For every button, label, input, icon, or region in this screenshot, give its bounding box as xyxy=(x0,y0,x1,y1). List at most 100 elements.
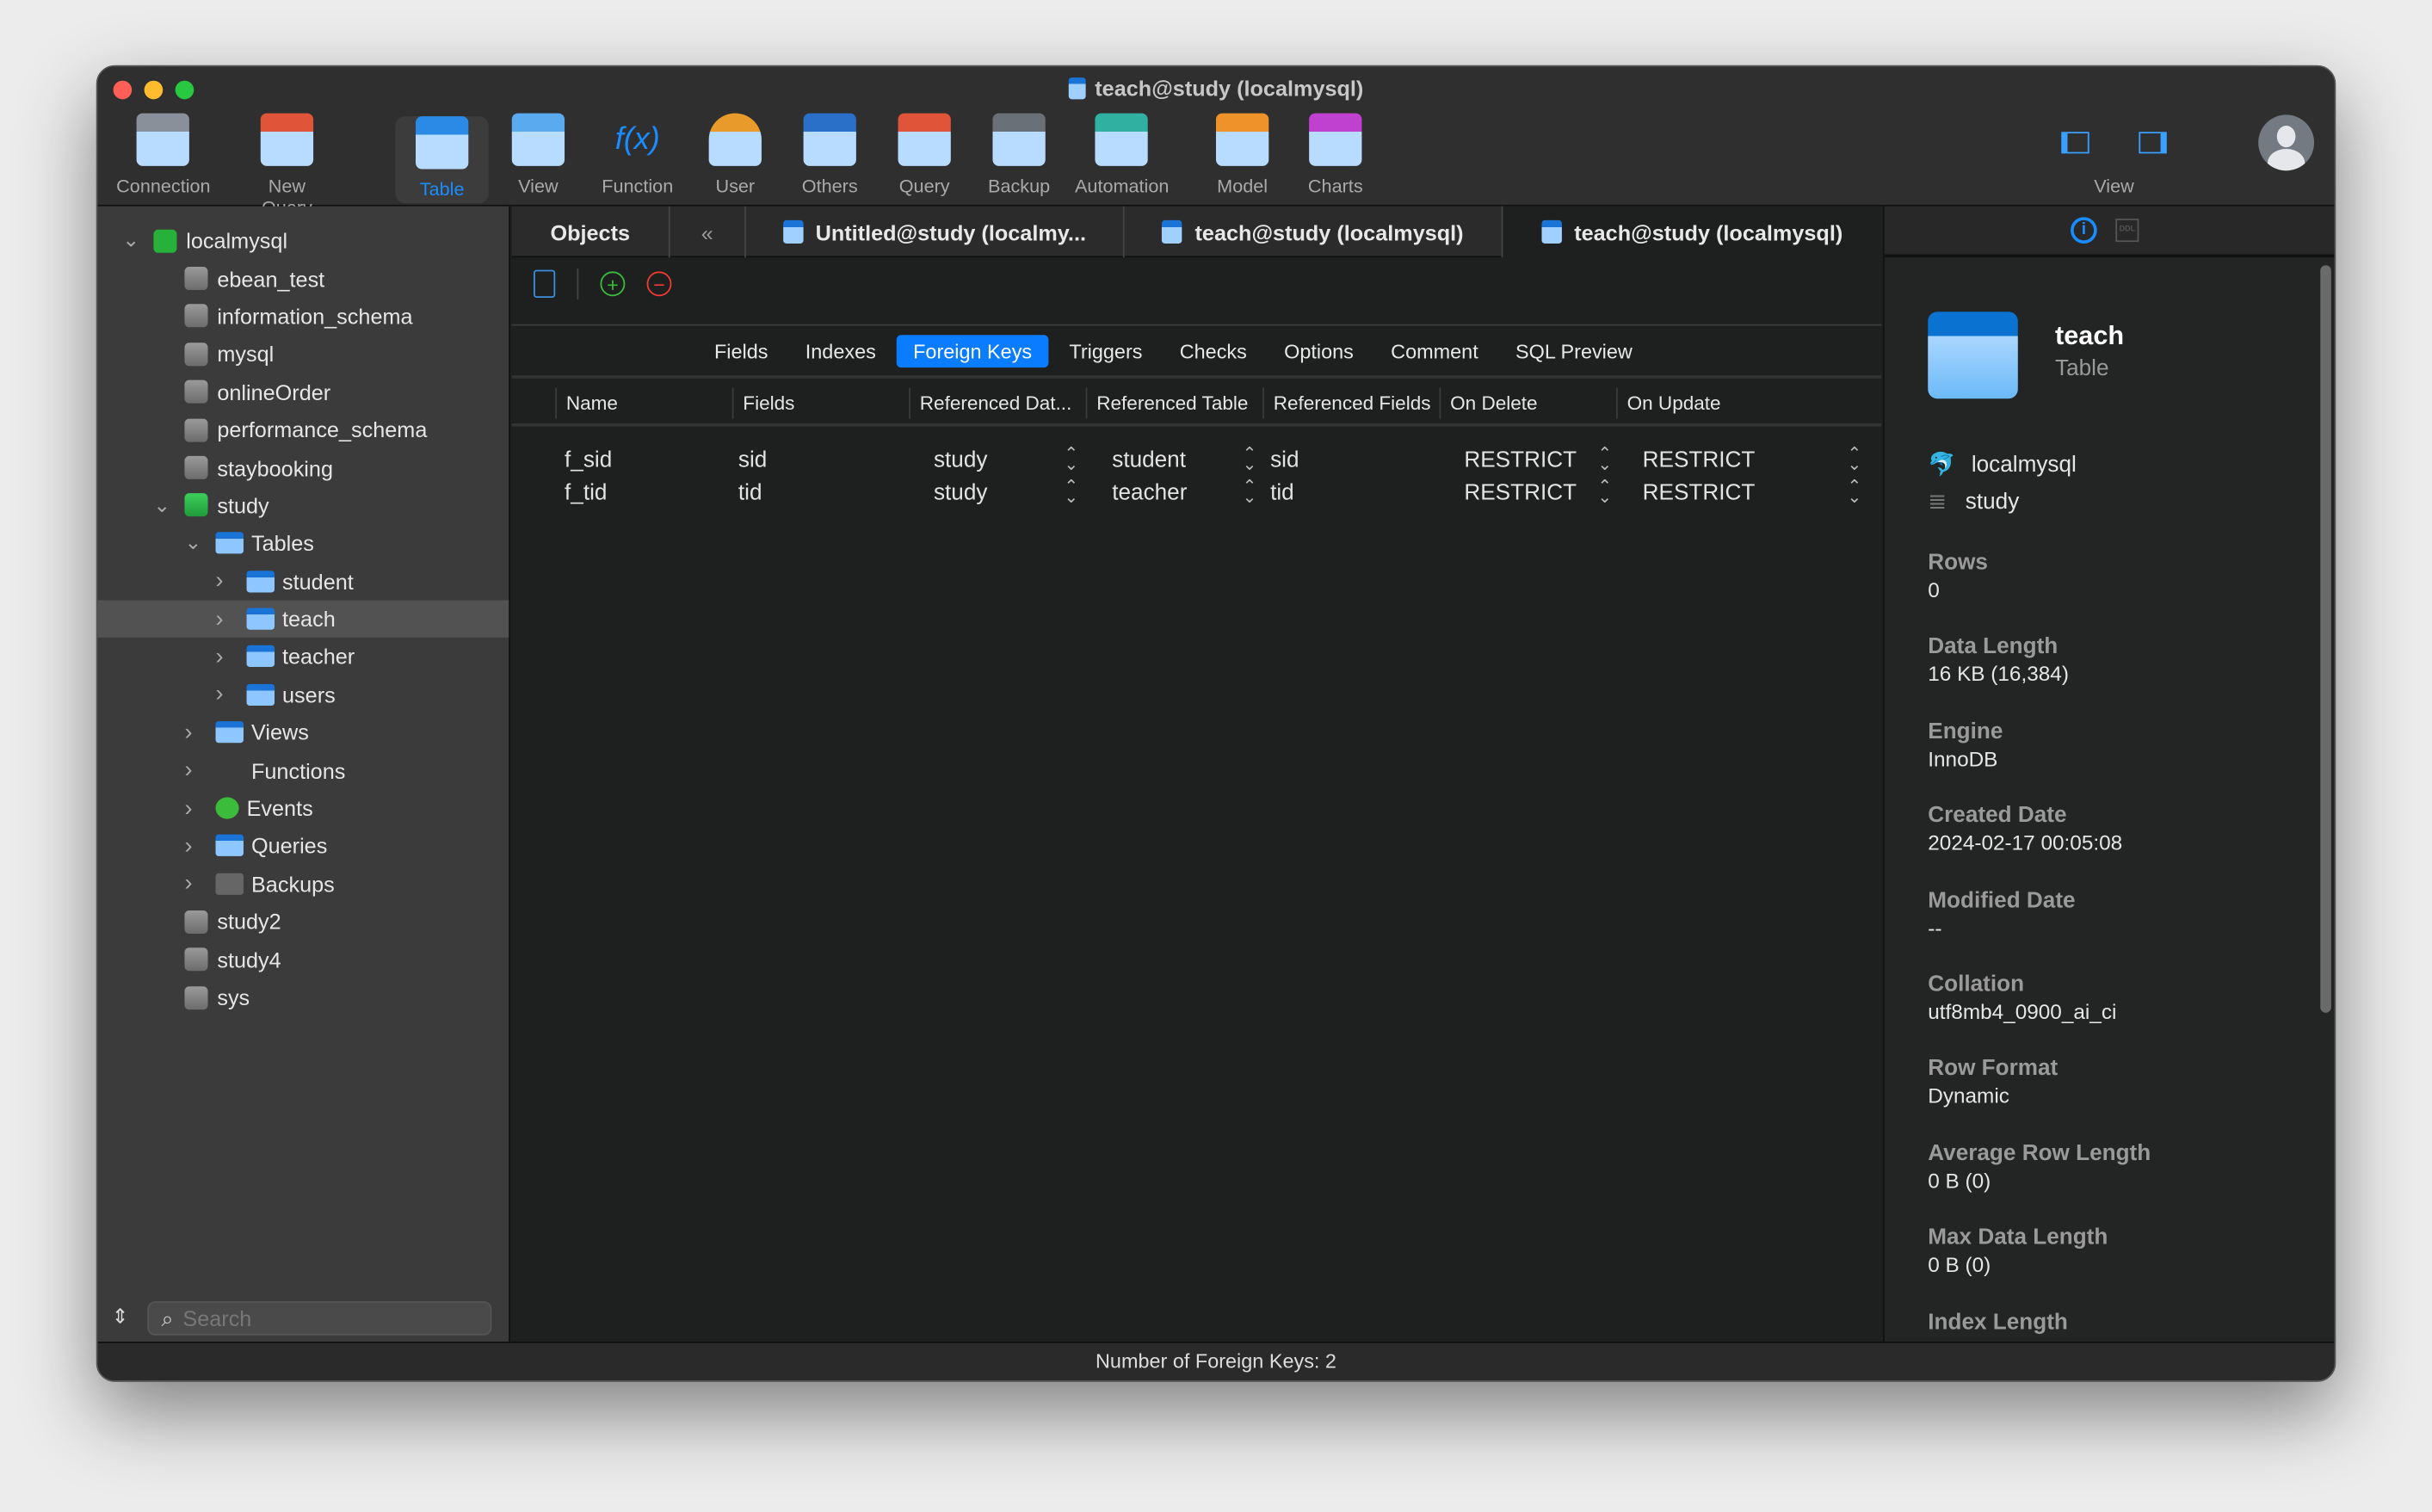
toolbar-query-button[interactable]: Query xyxy=(878,113,971,197)
tree-item-tables[interactable]: ⌄ Tables xyxy=(98,524,509,562)
collapse-tabs-icon[interactable]: « xyxy=(670,206,746,258)
cell-name[interactable]: f_sid xyxy=(565,447,612,472)
chevron-right-icon[interactable]: › xyxy=(216,568,224,595)
sidebar-search-input[interactable]: ⌕ Search xyxy=(147,1301,492,1336)
subtab-foreign-keys[interactable]: Foreign Keys xyxy=(896,334,1049,367)
subtab-options[interactable]: Options xyxy=(1267,334,1370,367)
chevron-right-icon[interactable]: › xyxy=(184,795,192,822)
toolbar-charts-button[interactable]: Charts xyxy=(1289,113,1382,197)
cell-fields[interactable]: tid xyxy=(738,480,762,505)
select-chevron-icon[interactable]: ⌃ ⌄ xyxy=(1064,478,1078,505)
toolbar-model-button[interactable]: Model xyxy=(1196,113,1289,197)
add-foreign-key-icon[interactable]: + xyxy=(600,271,626,297)
tab-untitled-query[interactable]: Untitled@study (localmy... xyxy=(746,206,1125,258)
tree-item-localmysql[interactable]: ⌄ localmysql xyxy=(98,222,509,260)
select-chevron-icon[interactable]: ⌃ ⌄ xyxy=(1848,445,1862,472)
view-left-pane-button[interactable] xyxy=(2061,132,2089,154)
chevron-right-icon[interactable]: › xyxy=(216,606,224,633)
tab-objects[interactable]: Objects xyxy=(512,206,670,258)
select-chevron-icon[interactable]: ⌃ ⌄ xyxy=(1597,478,1612,505)
select-chevron-icon[interactable]: ⌃ ⌄ xyxy=(1848,478,1862,505)
tree-item-ebean_test[interactable]: ebean_test xyxy=(98,260,509,298)
toolbar-backup-button[interactable]: Backup xyxy=(972,113,1065,197)
table-row[interactable]: f_tid tid study ⌃ ⌄ teacher ⌃ ⌄ tid RESTRICT ⌃ ⌄ RES… xyxy=(512,476,1881,509)
cell-fields[interactable]: sid xyxy=(738,447,767,472)
toolbar-function-button[interactable]: f(x) Function xyxy=(591,114,684,197)
cell-referenced-database[interactable]: study xyxy=(934,447,987,472)
chevron-right-icon[interactable]: › xyxy=(184,719,192,746)
tree-item-information_schema[interactable]: information_schema xyxy=(98,298,509,336)
select-chevron-icon[interactable]: ⌃ ⌄ xyxy=(1064,445,1078,472)
cell-on-delete[interactable]: RESTRICT xyxy=(1464,447,1577,472)
column-header[interactable]: On Delete xyxy=(1439,387,1616,419)
tree-item-staybooking[interactable]: staybooking xyxy=(98,448,509,486)
toolbar-automation-button[interactable]: Automation xyxy=(1075,113,1169,197)
cell-on-update[interactable]: RESTRICT xyxy=(1643,447,1756,472)
cell-on-update[interactable]: RESTRICT xyxy=(1643,480,1756,505)
chevron-right-icon[interactable]: › xyxy=(184,833,192,860)
select-chevron-icon[interactable]: ⌃ ⌄ xyxy=(1597,445,1612,472)
cell-referenced-fields[interactable]: tid xyxy=(1270,480,1294,505)
tree-item-mysql[interactable]: mysql xyxy=(98,336,509,373)
select-chevron-icon[interactable]: ⌃ ⌄ xyxy=(1243,445,1257,472)
chevron-down-icon[interactable]: ⌄ xyxy=(153,493,170,518)
chevron-right-icon[interactable]: › xyxy=(216,644,224,670)
chevron-right-icon[interactable]: › xyxy=(184,757,192,784)
tree-item-teach[interactable]: › teach xyxy=(97,600,509,639)
cell-referenced-fields[interactable]: sid xyxy=(1270,447,1299,472)
cell-referenced-database[interactable]: study xyxy=(934,480,987,505)
cell-on-delete[interactable]: RESTRICT xyxy=(1464,480,1577,505)
tree-item-sys[interactable]: sys xyxy=(98,978,509,1016)
tree-item-functions[interactable]: › Functions xyxy=(98,751,509,789)
table-row[interactable]: f_sid sid study ⌃ ⌄ student ⌃ ⌄ sid RESTRICT ⌃ ⌄ RES… xyxy=(512,443,1881,476)
column-header[interactable]: Name xyxy=(555,387,731,419)
subtab-indexes[interactable]: Indexes xyxy=(788,334,893,367)
tree-item-study[interactable]: ⌄ study xyxy=(98,486,509,524)
toolbar-view-button[interactable]: View xyxy=(491,113,584,197)
user-avatar[interactable] xyxy=(2258,114,2315,171)
column-header[interactable]: Referenced Table xyxy=(1085,387,1262,419)
toolbar-user-button[interactable]: User xyxy=(688,113,781,197)
cell-referenced-table[interactable]: student xyxy=(1112,447,1186,472)
tab-teach-table[interactable]: teach@study (localmysql) xyxy=(1125,206,1503,258)
column-header[interactable]: Referenced Dat... xyxy=(909,387,1085,419)
scrollbar[interactable] xyxy=(2320,265,2331,1013)
tree-item-users[interactable]: › users xyxy=(98,676,509,713)
save-icon[interactable] xyxy=(533,269,556,299)
column-header[interactable]: On Update xyxy=(1615,387,1849,419)
subtab-checks[interactable]: Checks xyxy=(1163,334,1264,367)
view-right-pane-button[interactable] xyxy=(2139,132,2167,154)
toolbar-table-button[interactable]: Table xyxy=(395,116,489,204)
tree-item-teacher[interactable]: › teacher xyxy=(98,638,509,676)
subtab-fields[interactable]: Fields xyxy=(697,334,785,367)
remove-foreign-key-icon[interactable]: − xyxy=(646,271,672,297)
chevron-right-icon[interactable]: › xyxy=(184,871,192,898)
toolbar-new-query-button[interactable]: New Query xyxy=(240,113,333,219)
toolbar-connection-button[interactable]: Connection xyxy=(116,113,211,197)
chevron-down-icon[interactable]: ⌄ xyxy=(184,531,201,556)
subtab-comment[interactable]: Comment xyxy=(1373,334,1495,367)
ddl-icon[interactable]: DDL xyxy=(2115,219,2139,243)
select-chevron-icon[interactable]: ⌃ ⌄ xyxy=(1243,478,1257,505)
toolbar-others-button[interactable]: Others xyxy=(783,113,876,197)
tab-teach-design[interactable]: teach@study (localmysql) xyxy=(1503,206,1882,258)
filter-toggle-icon[interactable]: ⇕ xyxy=(112,1305,129,1330)
tree-item-study2[interactable]: study2 xyxy=(98,903,509,941)
info-icon[interactable]: i xyxy=(2071,217,2097,244)
tree-item-onlineorder[interactable]: onlineOrder xyxy=(98,373,509,411)
tree-item-views[interactable]: › Views xyxy=(98,713,509,751)
tree-item-events[interactable]: › Events xyxy=(98,789,509,827)
tree-item-student[interactable]: › student xyxy=(98,562,509,600)
tree-item-study4[interactable]: study4 xyxy=(98,941,509,978)
cell-name[interactable]: f_tid xyxy=(565,480,607,505)
chevron-right-icon[interactable]: › xyxy=(216,682,224,708)
chevron-down-icon[interactable]: ⌄ xyxy=(122,228,139,253)
tree-item-backups[interactable]: › Backups xyxy=(98,865,509,903)
column-header[interactable]: Referenced Fields xyxy=(1262,387,1439,419)
tree-item-queries[interactable]: › Queries xyxy=(98,827,509,865)
column-header[interactable]: Fields xyxy=(731,387,909,419)
subtab-sql-preview[interactable]: SQL Preview xyxy=(1498,334,1650,367)
cell-referenced-table[interactable]: teacher xyxy=(1112,480,1187,505)
subtab-triggers[interactable]: Triggers xyxy=(1052,334,1160,367)
tree-item-performance_schema[interactable]: performance_schema xyxy=(98,411,509,449)
